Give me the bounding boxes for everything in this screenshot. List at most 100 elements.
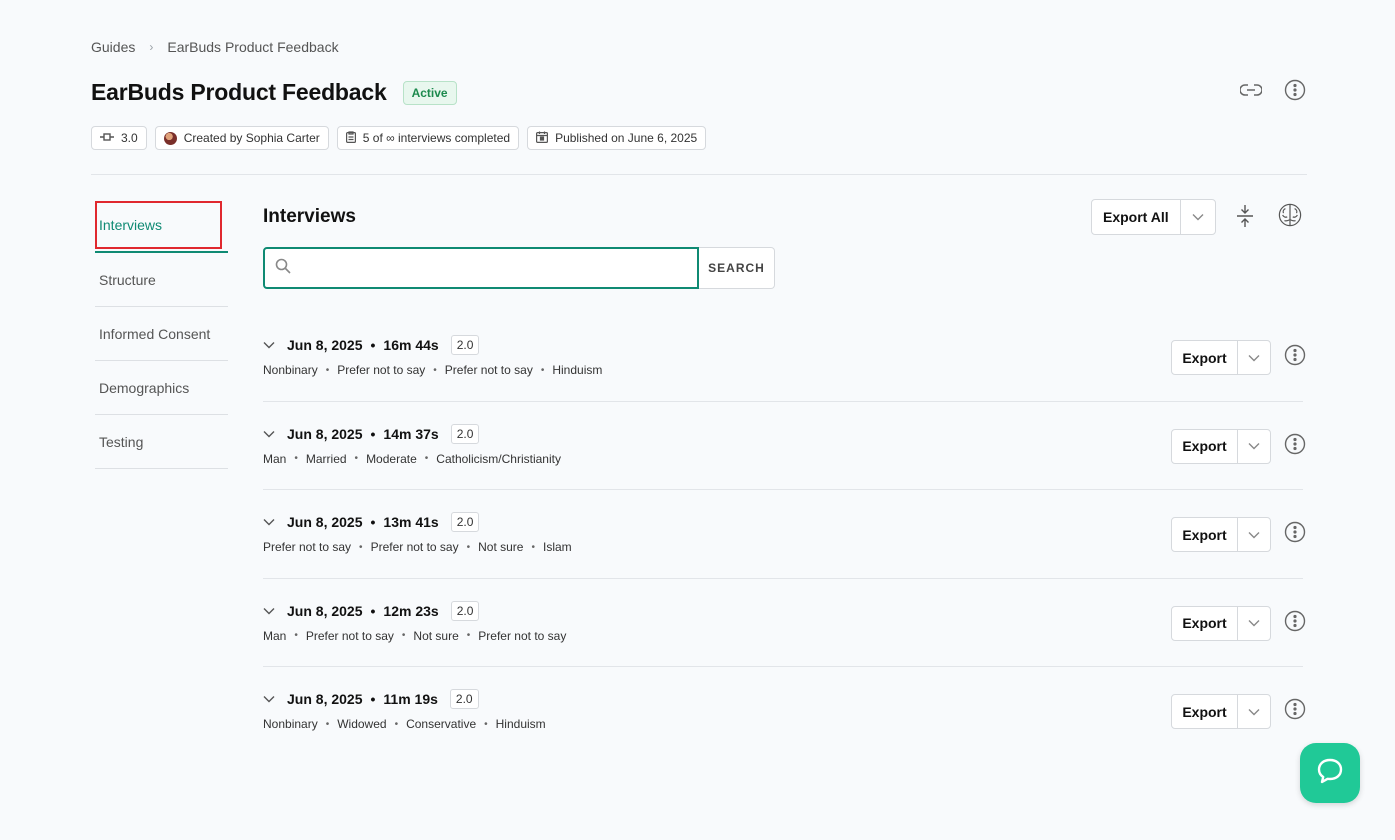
separator-dot: •	[370, 602, 376, 619]
published-text: Published on June 6, 2025	[555, 131, 698, 145]
demographic-tags: Prefer not to say • Prefer not to say • No…	[263, 540, 572, 554]
demographic-tags: Man • Prefer not to say • Not sure • Prefer…	[263, 628, 567, 643]
tag: Prefer not to say	[444, 363, 533, 377]
nav-item-demographics[interactable]: Demographics	[95, 361, 228, 415]
tag: Hinduism	[495, 717, 546, 731]
tag: Nonbinary	[263, 363, 318, 377]
export-button[interactable]: Export	[1172, 429, 1238, 463]
search-bar: SEARCH	[263, 247, 775, 289]
tag: Man	[263, 451, 287, 466]
section-title: Interviews	[263, 206, 356, 227]
interview-duration: 12m 23s	[383, 602, 439, 619]
more-options-icon[interactable]	[1283, 697, 1307, 721]
more-options-icon[interactable]	[1283, 343, 1307, 367]
collapse-all-icon[interactable]	[1233, 204, 1257, 228]
more-options-icon[interactable]	[1283, 520, 1307, 544]
tag: Married	[305, 451, 347, 466]
version-chip: 3.0	[91, 126, 147, 150]
chevron-down-icon[interactable]	[1238, 518, 1270, 551]
tag: Not sure	[413, 628, 459, 643]
search-button[interactable]: SEARCH	[699, 247, 775, 289]
chevron-down-icon[interactable]	[1238, 341, 1270, 374]
search-icon	[275, 258, 291, 279]
expand-chevron-icon[interactable]	[263, 341, 275, 349]
separator-dot: •	[370, 691, 376, 707]
nav-item-interviews[interactable]: Interviews	[95, 199, 228, 253]
tag: Nonbinary	[263, 717, 318, 731]
tag: Prefer not to say	[337, 363, 426, 377]
chat-bubble-icon	[1315, 756, 1345, 791]
interview-duration: 11m 19s	[383, 691, 438, 707]
more-options-icon[interactable]	[1283, 609, 1307, 633]
export-split-button: Export	[1171, 605, 1271, 641]
nav-item-label: Demographics	[99, 379, 190, 396]
chat-support-button[interactable]	[1300, 743, 1360, 803]
more-options-icon[interactable]	[1283, 432, 1307, 456]
tag: Hinduism	[552, 363, 603, 377]
tag: Conservative	[406, 717, 477, 731]
tag: Prefer not to say	[478, 628, 567, 643]
version-badge: 2.0	[450, 600, 480, 621]
tag: Prefer not to say	[305, 628, 394, 643]
search-input[interactable]	[299, 249, 697, 287]
search-field	[263, 247, 699, 289]
chevron-down-icon[interactable]	[1181, 200, 1215, 234]
expand-chevron-icon[interactable]	[263, 430, 275, 438]
nav-item-informed-consent[interactable]: Informed Consent	[95, 307, 228, 361]
expand-chevron-icon[interactable]	[263, 695, 275, 703]
export-split-button: Export	[1171, 517, 1271, 552]
interview-list: Jun 8, 2025 • 16m 44s 2.0 Nonbinary • Pre…	[263, 313, 1306, 756]
interview-duration: 16m 44s	[383, 337, 439, 353]
progress-chip: 5 of ∞ interviews completed	[336, 126, 520, 150]
interview-date: Jun 8, 2025	[287, 691, 363, 707]
interview-date: Jun 8, 2025	[287, 602, 363, 619]
chevron-down-icon[interactable]	[1238, 607, 1270, 640]
interview-date: Jun 8, 2025	[287, 514, 363, 530]
more-options-icon[interactable]	[1283, 78, 1307, 102]
nav-item-testing[interactable]: Testing	[95, 415, 228, 469]
export-button[interactable]: Export	[1172, 606, 1238, 640]
progress-text: 5 of ∞ interviews completed	[362, 131, 511, 145]
breadcrumb: Guides › EarBuds Product Feedback	[91, 39, 339, 55]
nav-item-structure[interactable]: Structure	[95, 253, 228, 307]
expand-chevron-icon[interactable]	[263, 607, 275, 615]
tag: Moderate	[366, 451, 417, 466]
interview-date: Jun 8, 2025	[287, 425, 363, 442]
export-button[interactable]: Export	[1172, 341, 1238, 374]
interview-row: Jun 8, 2025 • 13m 41s 2.0 Prefer not to …	[263, 490, 1306, 579]
chevron-down-icon[interactable]	[1238, 695, 1270, 728]
status-badge: Active	[402, 80, 457, 105]
version-badge: 2.0	[450, 512, 480, 532]
header-divider	[91, 174, 1307, 175]
interview-duration: 14m 37s	[383, 425, 439, 442]
clipboard-icon	[345, 130, 356, 146]
nav-item-label: Structure	[99, 271, 156, 288]
separator-dot: •	[370, 425, 376, 442]
title-row: EarBuds Product Feedback Active	[91, 79, 457, 106]
export-all-button[interactable]: Export All	[1092, 200, 1181, 234]
expand-chevron-icon[interactable]	[263, 518, 275, 526]
interview-row: Jun 8, 2025 • 14m 37s 2.0 Man • Married • …	[263, 402, 1306, 490]
interview-date: Jun 8, 2025	[287, 337, 363, 353]
export-button[interactable]: Export	[1172, 695, 1238, 728]
tag: Prefer not to say	[263, 540, 352, 554]
export-split-button: Export	[1171, 340, 1271, 375]
calendar-icon	[536, 131, 549, 146]
chevron-down-icon[interactable]	[1238, 430, 1270, 463]
link-icon[interactable]	[1239, 78, 1263, 102]
demographic-tags: Nonbinary • Widowed • Conservative • Hindui…	[263, 717, 546, 731]
interview-row: Jun 8, 2025 • 11m 19s 2.0 Nonbinary • Wid…	[263, 667, 1306, 756]
interview-row: Jun 8, 2025 • 16m 44s 2.0 Nonbinary • Pre…	[263, 313, 1306, 402]
meta-row: 3.0 Created by Sophia Carter 5 of ∞ inte…	[91, 126, 707, 150]
tag: Catholicism/Christianity	[436, 451, 561, 466]
breadcrumb-guides-link[interactable]: Guides	[91, 39, 135, 55]
brain-icon[interactable]	[1278, 203, 1302, 227]
demographic-tags: Nonbinary • Prefer not to say • Prefer not…	[263, 363, 603, 377]
nav-item-label: Informed Consent	[99, 325, 211, 342]
creator-chip: Created by Sophia Carter	[154, 126, 329, 150]
export-all-split-button: Export All	[1091, 199, 1216, 235]
version-icon	[100, 131, 114, 145]
breadcrumb-current: EarBuds Product Feedback	[167, 39, 339, 55]
version-badge: 2.0	[450, 423, 480, 444]
export-button[interactable]: Export	[1172, 518, 1238, 551]
